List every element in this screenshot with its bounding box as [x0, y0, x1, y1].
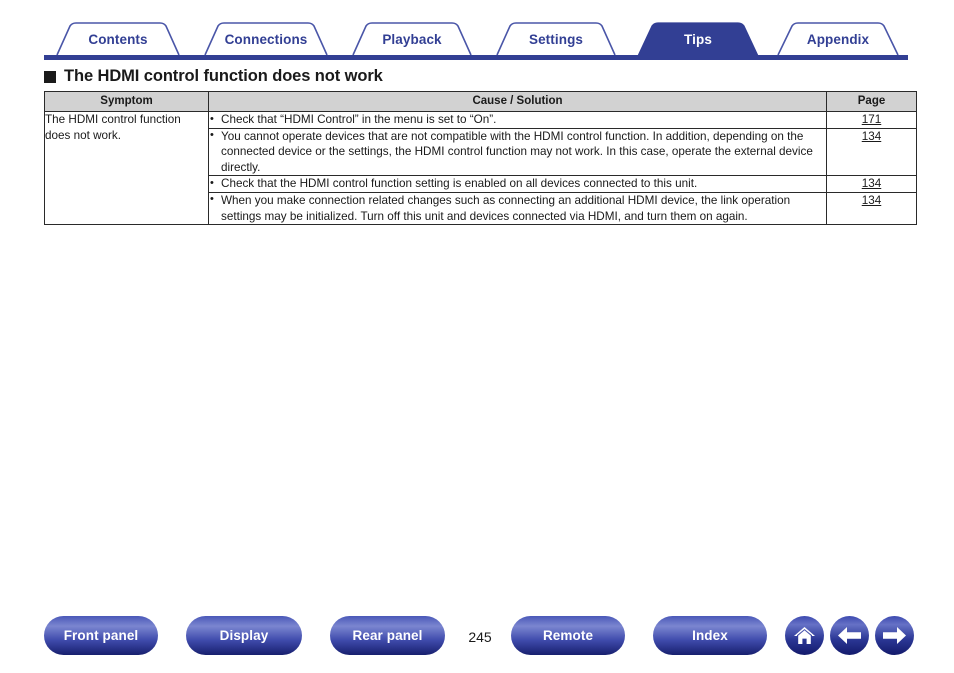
page-link[interactable]: 171: [862, 113, 882, 126]
column-header-page: Page: [826, 91, 917, 112]
back-arrow-icon: [838, 627, 861, 644]
cause-text: Check that “HDMI Control” in the menu is…: [209, 112, 826, 128]
front-panel-button[interactable]: Front panel: [44, 616, 158, 655]
symptom-cell: The HDMI control function does not work.: [44, 110, 209, 226]
cause-cell: Check that “HDMI Control” in the menu is…: [208, 111, 827, 129]
forward-button[interactable]: [875, 616, 914, 655]
display-button[interactable]: Display: [186, 616, 302, 655]
cause-text: You cannot operate devices that are not …: [209, 128, 826, 176]
tab-settings[interactable]: Settings: [484, 22, 628, 56]
cause-cell: When you make connection related changes…: [208, 191, 827, 226]
page-number: 245: [468, 629, 492, 645]
tab-list: Contents Connections Playback Settings T: [44, 22, 908, 56]
tab-label: Appendix: [806, 31, 870, 47]
section-heading: The HDMI control function does not work: [44, 67, 383, 86]
tab-playback[interactable]: Playback: [340, 22, 484, 56]
tab-label: Connections: [224, 31, 308, 47]
column-header-cause: Cause / Solution: [208, 91, 827, 112]
square-bullet-icon: [44, 70, 56, 83]
page-cell: 171: [826, 111, 917, 129]
page-cell: 134: [826, 191, 917, 226]
symptom-table-wrap: Symptom Cause / Solution Page The HDMI c…: [44, 91, 917, 226]
page-link[interactable]: 134: [862, 194, 882, 207]
rear-panel-button[interactable]: Rear panel: [330, 616, 445, 655]
index-button[interactable]: Index: [653, 616, 767, 655]
back-button[interactable]: [830, 616, 869, 655]
home-button[interactable]: [785, 616, 824, 655]
tab-contents[interactable]: Contents: [44, 22, 192, 56]
tab-connections[interactable]: Connections: [192, 22, 340, 56]
tab-label: Settings: [528, 31, 584, 47]
table-header-row: Symptom Cause / Solution Page: [44, 91, 917, 112]
tab-appendix[interactable]: Appendix: [768, 22, 908, 56]
home-icon: [794, 627, 815, 644]
table-row: The HDMI control function does not work.…: [44, 110, 917, 226]
cause-text: Check that the HDMI control function set…: [209, 176, 826, 192]
page-link[interactable]: 134: [862, 177, 882, 190]
remote-button[interactable]: Remote: [511, 616, 625, 655]
tab-tips[interactable]: Tips: [628, 22, 768, 56]
tab-label: Contents: [88, 31, 148, 47]
page-link[interactable]: 134: [862, 130, 882, 143]
tab-label: Playback: [382, 31, 442, 47]
column-header-symptom: Symptom: [44, 91, 209, 112]
page-cell: 134: [826, 175, 917, 193]
page-title: The HDMI control function does not work: [64, 67, 383, 85]
forward-arrow-icon: [883, 627, 906, 644]
cause-cell: You cannot operate devices that are not …: [208, 127, 827, 177]
symptom-table: Symptom Cause / Solution Page The HDMI c…: [44, 91, 917, 226]
cause-text: When you make connection related changes…: [209, 192, 826, 224]
footer-nav: Front panel Display Rear panel 245 Remot…: [0, 616, 954, 658]
page-cell: 134: [826, 127, 917, 177]
tab-label: Tips: [684, 31, 712, 47]
tab-bar: Contents Connections Playback Settings T: [44, 22, 908, 60]
cause-cell: Check that the HDMI control function set…: [208, 175, 827, 193]
tab-bar-underline: [44, 55, 908, 60]
